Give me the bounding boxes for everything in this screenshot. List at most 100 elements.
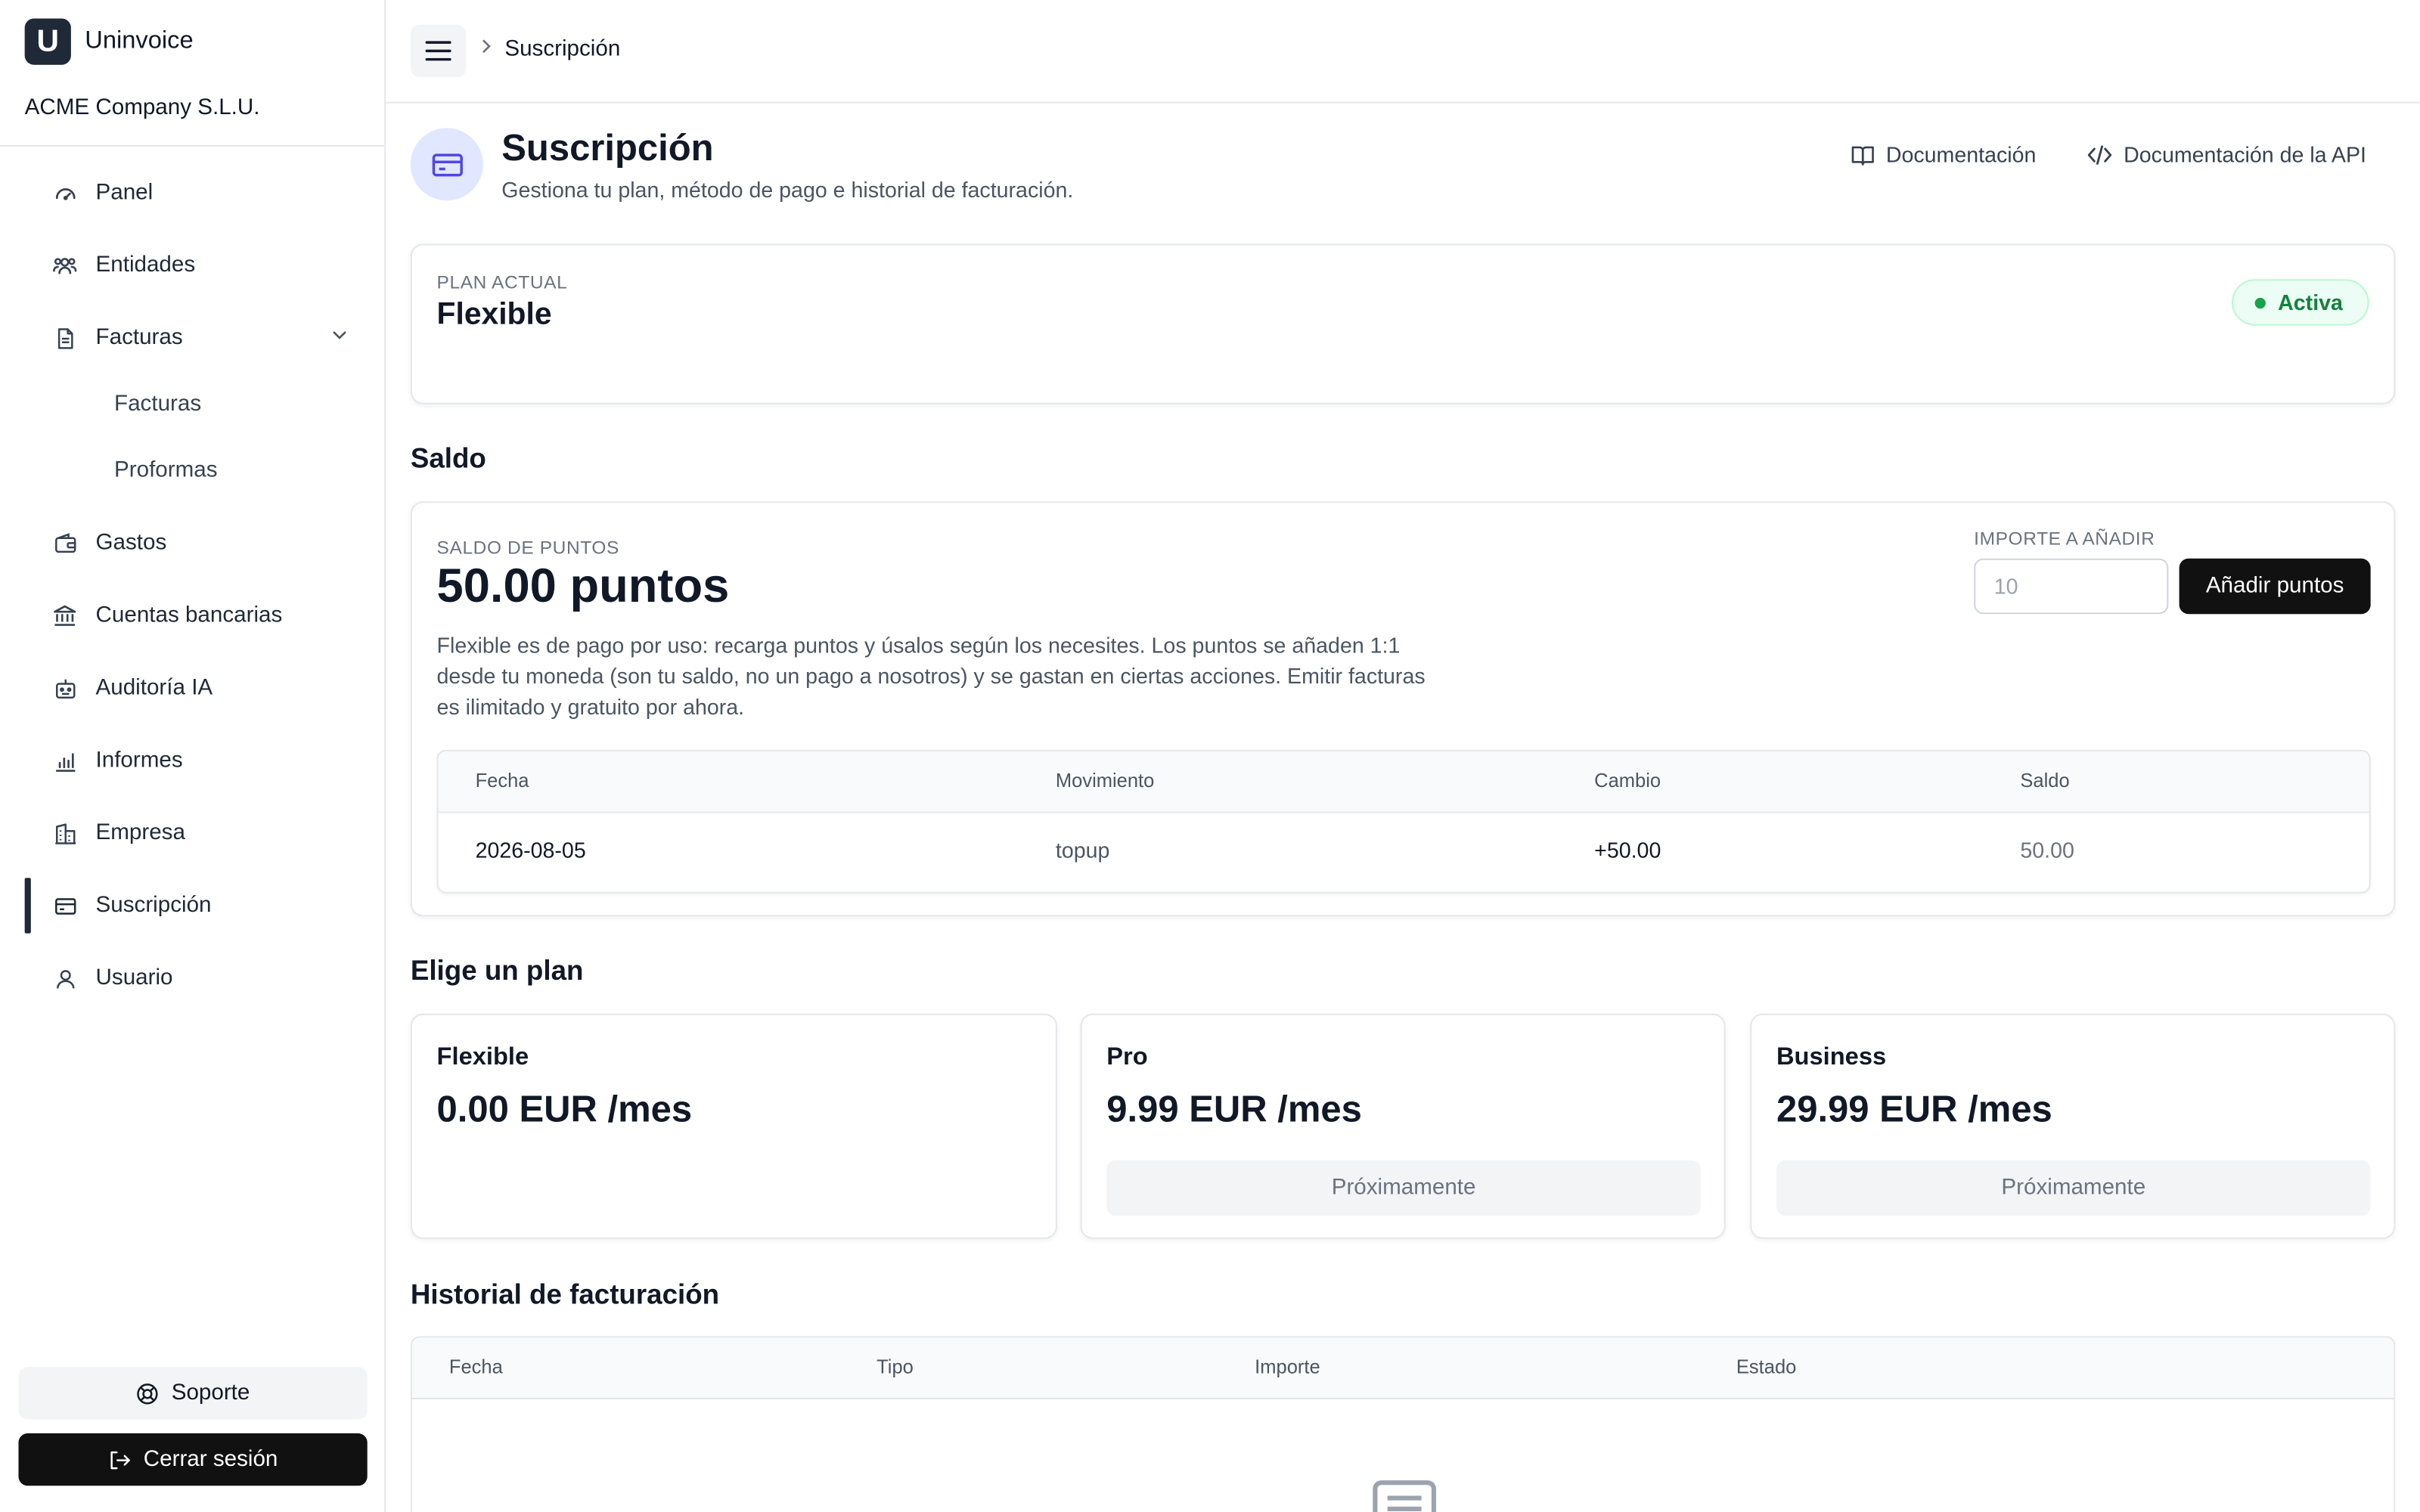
table-header: Fecha Movimiento Cambio Saldo bbox=[438, 751, 2369, 813]
sidebar-item-empresa[interactable]: Empresa bbox=[25, 805, 374, 860]
column-header-movimiento[interactable]: Movimiento bbox=[1056, 770, 1154, 792]
cell-saldo: 50.00 bbox=[2020, 838, 2074, 863]
sidebar-item-cuentas-bancarias[interactable]: Cuentas bancarias bbox=[25, 588, 374, 643]
balance-card: SALDO DE PUNTOS 50.00 puntos Flexible es… bbox=[410, 501, 2396, 917]
balance-overline: SALDO DE PUNTOS bbox=[436, 537, 619, 559]
lifebuoy-icon bbox=[136, 1382, 160, 1405]
status-label: Activa bbox=[2278, 290, 2343, 315]
sidebar-item-label: Panel bbox=[95, 180, 154, 206]
plan-price: 0.00 EUR /mes bbox=[436, 1089, 693, 1131]
sidebar-item-label: Gastos bbox=[95, 531, 167, 556]
sidebar-item-label: Facturas bbox=[95, 325, 183, 351]
points-movements-table: Fecha Movimiento Cambio Saldo 2026-08-05… bbox=[436, 749, 2371, 894]
sidebar-item-informes[interactable]: Informes bbox=[25, 733, 374, 788]
bar-chart-icon bbox=[52, 748, 77, 773]
chevron-down-icon[interactable] bbox=[330, 326, 349, 351]
hamburger-icon bbox=[425, 41, 451, 61]
api-docs-link[interactable]: Documentación de la API bbox=[2086, 142, 2366, 166]
column-header-estado[interactable]: Estado bbox=[1736, 1356, 1796, 1378]
sidebar-item-label: Auditoría IA bbox=[95, 675, 213, 701]
column-header-saldo[interactable]: Saldo bbox=[2020, 770, 2069, 792]
main-content: Suscripción Gestiona tu plan, método de … bbox=[386, 104, 2420, 1512]
book-open-icon bbox=[1851, 143, 1876, 166]
balance-description: Flexible es de pago por uso: recarga pun… bbox=[436, 632, 1426, 720]
page-title: Suscripción bbox=[501, 128, 714, 170]
user-icon bbox=[52, 966, 77, 991]
bank-icon bbox=[52, 603, 77, 628]
column-header-cambio[interactable]: Cambio bbox=[1594, 770, 1661, 792]
balance-value: 50.00 puntos bbox=[436, 558, 730, 613]
column-header-tipo[interactable]: Tipo bbox=[876, 1356, 914, 1378]
company-name[interactable]: ACME Company S.L.U. bbox=[25, 96, 260, 121]
sidebar: U Uninvoice ACME Company S.L.U. Panel En… bbox=[0, 0, 386, 1512]
app-logo: U bbox=[24, 18, 71, 65]
plan-card-flexible[interactable]: Flexible 0.00 EUR /mes bbox=[410, 1013, 1057, 1239]
logout-icon bbox=[108, 1448, 132, 1471]
sidebar-item-label: Informes bbox=[95, 748, 183, 773]
column-header-importe[interactable]: Importe bbox=[1255, 1356, 1320, 1378]
amount-input[interactable] bbox=[1974, 558, 2169, 615]
status-badge: Activa bbox=[2231, 279, 2369, 326]
credit-card-icon bbox=[52, 894, 77, 919]
current-plan-overline: PLAN ACTUAL bbox=[436, 271, 568, 293]
building-icon bbox=[52, 821, 77, 846]
sidebar-item-usuario[interactable]: Usuario bbox=[25, 950, 374, 1005]
logout-label: Cerrar sesión bbox=[143, 1447, 278, 1472]
coming-soon-button[interactable]: Próximamente bbox=[1106, 1160, 1701, 1216]
support-label: Soporte bbox=[171, 1380, 250, 1406]
balance-section-title: Saldo bbox=[410, 442, 486, 474]
sidebar-divider bbox=[0, 144, 385, 147]
plan-card-business[interactable]: Business 29.99 EUR /mes Próximamente bbox=[1750, 1013, 2396, 1239]
billing-history-title: Historial de facturación bbox=[410, 1278, 720, 1310]
app-name: Uninvoice bbox=[85, 27, 194, 54]
coming-soon-button[interactable]: Próximamente bbox=[1776, 1160, 2371, 1216]
cell-cambio: +50.00 bbox=[1594, 838, 1661, 863]
code-icon bbox=[2086, 143, 2113, 166]
sidebar-item-gastos[interactable]: Gastos bbox=[25, 516, 374, 571]
topbar: Suscripción bbox=[386, 0, 2420, 104]
status-dot bbox=[2254, 296, 2266, 308]
sidebar-item-suscripcion[interactable]: Suscripción bbox=[24, 878, 374, 934]
sidebar-item-auditoria-ia[interactable]: Auditoría IA bbox=[25, 660, 374, 715]
sidebar-item-label: Cuentas bancarias bbox=[95, 603, 283, 628]
sidebar-item-label: Entidades bbox=[95, 253, 196, 278]
robot-icon bbox=[52, 676, 77, 701]
breadcrumb[interactable]: Suscripción bbox=[504, 37, 620, 62]
empty-list-icon bbox=[1372, 1479, 1437, 1512]
current-plan-name: Flexible bbox=[436, 297, 552, 332]
cell-fecha: 2026-08-05 bbox=[475, 838, 586, 863]
sidebar-item-facturas[interactable]: Facturas bbox=[25, 310, 374, 365]
plan-card-pro[interactable]: Pro 9.99 EUR /mes Próximamente bbox=[1080, 1013, 1726, 1239]
plan-price: 9.99 EUR /mes bbox=[1106, 1089, 1362, 1131]
sidebar-item-panel[interactable]: Panel bbox=[25, 165, 374, 220]
column-header-fecha[interactable]: Fecha bbox=[449, 1356, 503, 1378]
table-header: Fecha Tipo Importe Estado bbox=[411, 1337, 2394, 1400]
menu-toggle-button[interactable] bbox=[410, 24, 467, 78]
logout-button[interactable]: Cerrar sesión bbox=[18, 1433, 368, 1486]
sidebar-item-entidades[interactable]: Entidades bbox=[25, 237, 374, 293]
sidebar-item-label: Suscripción bbox=[95, 893, 212, 919]
sidebar-subitem-facturas[interactable]: Facturas bbox=[114, 392, 201, 417]
billing-history-table: Fecha Tipo Importe Estado bbox=[410, 1336, 2396, 1512]
page-subtitle: Gestiona tu plan, método de pago e histo… bbox=[501, 177, 1074, 203]
sidebar-item-label: Usuario bbox=[95, 965, 173, 991]
wallet-icon bbox=[52, 531, 77, 556]
plan-name: Pro bbox=[1106, 1044, 1148, 1071]
chevron-right-icon bbox=[479, 37, 494, 60]
gauge-icon bbox=[52, 181, 77, 206]
brand[interactable]: U Uninvoice bbox=[24, 18, 194, 65]
add-points-button[interactable]: Añadir puntos bbox=[2179, 558, 2371, 615]
sidebar-subitem-proformas[interactable]: Proformas bbox=[114, 458, 218, 483]
credit-card-icon bbox=[410, 128, 483, 201]
document-icon bbox=[52, 326, 77, 351]
plan-name: Flexible bbox=[436, 1044, 529, 1071]
users-icon bbox=[52, 253, 77, 278]
column-header-fecha[interactable]: Fecha bbox=[476, 770, 529, 792]
docs-link-label: Documentación bbox=[1885, 141, 2037, 167]
amount-label: IMPORTE A AÑADIR bbox=[1974, 527, 2155, 550]
current-plan-card: PLAN ACTUAL Flexible Activa bbox=[410, 243, 2396, 404]
support-button[interactable]: Soporte bbox=[18, 1367, 368, 1420]
plans-section-title: Elige un plan bbox=[410, 955, 584, 987]
docs-link[interactable]: Documentación bbox=[1851, 141, 2037, 167]
sidebar-item-label: Empresa bbox=[95, 820, 185, 846]
